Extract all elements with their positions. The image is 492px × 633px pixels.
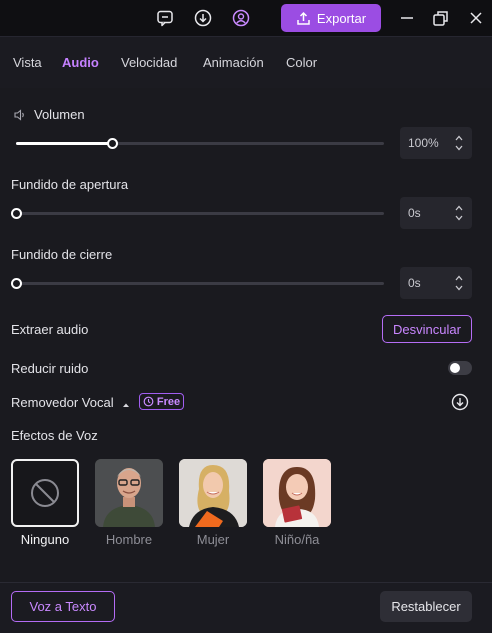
voice-effect-woman-label: Mujer [196,532,230,547]
increment-icon[interactable] [455,135,463,141]
property-tabs: Vista Audio Velocidad Animación Color [0,36,492,88]
restore-icon[interactable] [431,8,451,28]
voice-effect-woman[interactable] [179,459,247,527]
tab-velocidad[interactable]: Velocidad [121,55,177,70]
volume-slider[interactable] [16,138,384,149]
voice-effect-none[interactable] [11,459,79,527]
account-icon[interactable] [231,8,251,28]
unlink-button[interactable]: Desvincular [382,315,472,343]
increment-icon[interactable] [455,205,463,211]
export-label: Exportar [316,10,367,26]
audio-panel: Volumen 100% Fundido de apertura 0s Fund… [0,88,492,582]
tab-vista[interactable]: Vista [13,55,42,70]
denoise-label: Reducir ruido [11,361,89,376]
decrement-icon[interactable] [455,145,463,151]
export-icon [297,11,310,25]
voice-to-text-button[interactable]: Voz a Texto [11,591,115,622]
volume-value: 100% [408,136,439,150]
volume-slider-handle[interactable] [106,138,118,149]
export-button[interactable]: Exportar [281,4,381,32]
fade-out-label: Fundido de cierre [11,247,113,262]
voice-effect-man-label: Hombre [105,532,153,547]
fade-in-slider-handle[interactable] [11,208,22,219]
chevron-up-icon[interactable] [121,397,131,412]
decrement-icon[interactable] [455,215,463,221]
voice-effect-man[interactable] [95,459,163,527]
vocal-remover-label: Removedor Vocal [11,395,114,410]
free-badge-label: Free [156,395,181,408]
clock-icon [143,396,154,407]
none-icon [31,479,59,507]
man-avatar [95,459,163,527]
tab-animacion[interactable]: Animación [203,55,264,70]
toggle-knob [450,363,460,373]
download-icon[interactable] [193,8,213,28]
decrement-icon[interactable] [455,285,463,291]
fade-out-input[interactable]: 0s [400,267,472,299]
tab-color[interactable]: Color [286,55,317,70]
voice-effect-none-label: Ninguno [20,532,70,547]
fade-in-value: 0s [408,206,421,220]
footer-bar: Voz a Texto Restablecer [0,582,492,633]
woman-avatar [179,459,247,527]
close-icon[interactable] [466,8,486,28]
volume-slider-fill [16,142,112,145]
volume-input[interactable]: 100% [400,127,472,159]
fade-in-slider[interactable] [11,208,384,219]
minimize-icon[interactable] [397,8,417,28]
voice-effect-child-label: Niño/ña [274,532,320,547]
fade-out-slider[interactable] [11,278,384,289]
fade-in-label: Fundido de apertura [11,177,129,192]
speaker-icon [13,108,27,125]
fade-out-value: 0s [408,276,421,290]
extract-audio-label: Extraer audio [11,322,89,337]
child-avatar [263,459,331,527]
download-icon[interactable] [451,393,469,414]
voice-effects-label: Efectos de Voz [11,428,98,443]
free-badge: Free [139,393,184,410]
fade-in-input[interactable]: 0s [400,197,472,229]
tab-audio[interactable]: Audio [62,55,99,70]
feedback-icon[interactable] [155,8,175,28]
denoise-toggle[interactable] [448,361,472,375]
title-bar: Exportar [0,0,492,36]
increment-icon[interactable] [455,275,463,281]
volume-label: Volumen [34,107,85,122]
reset-button[interactable]: Restablecer [380,591,472,622]
fade-out-slider-handle[interactable] [11,278,22,289]
voice-effect-child[interactable] [263,459,331,527]
